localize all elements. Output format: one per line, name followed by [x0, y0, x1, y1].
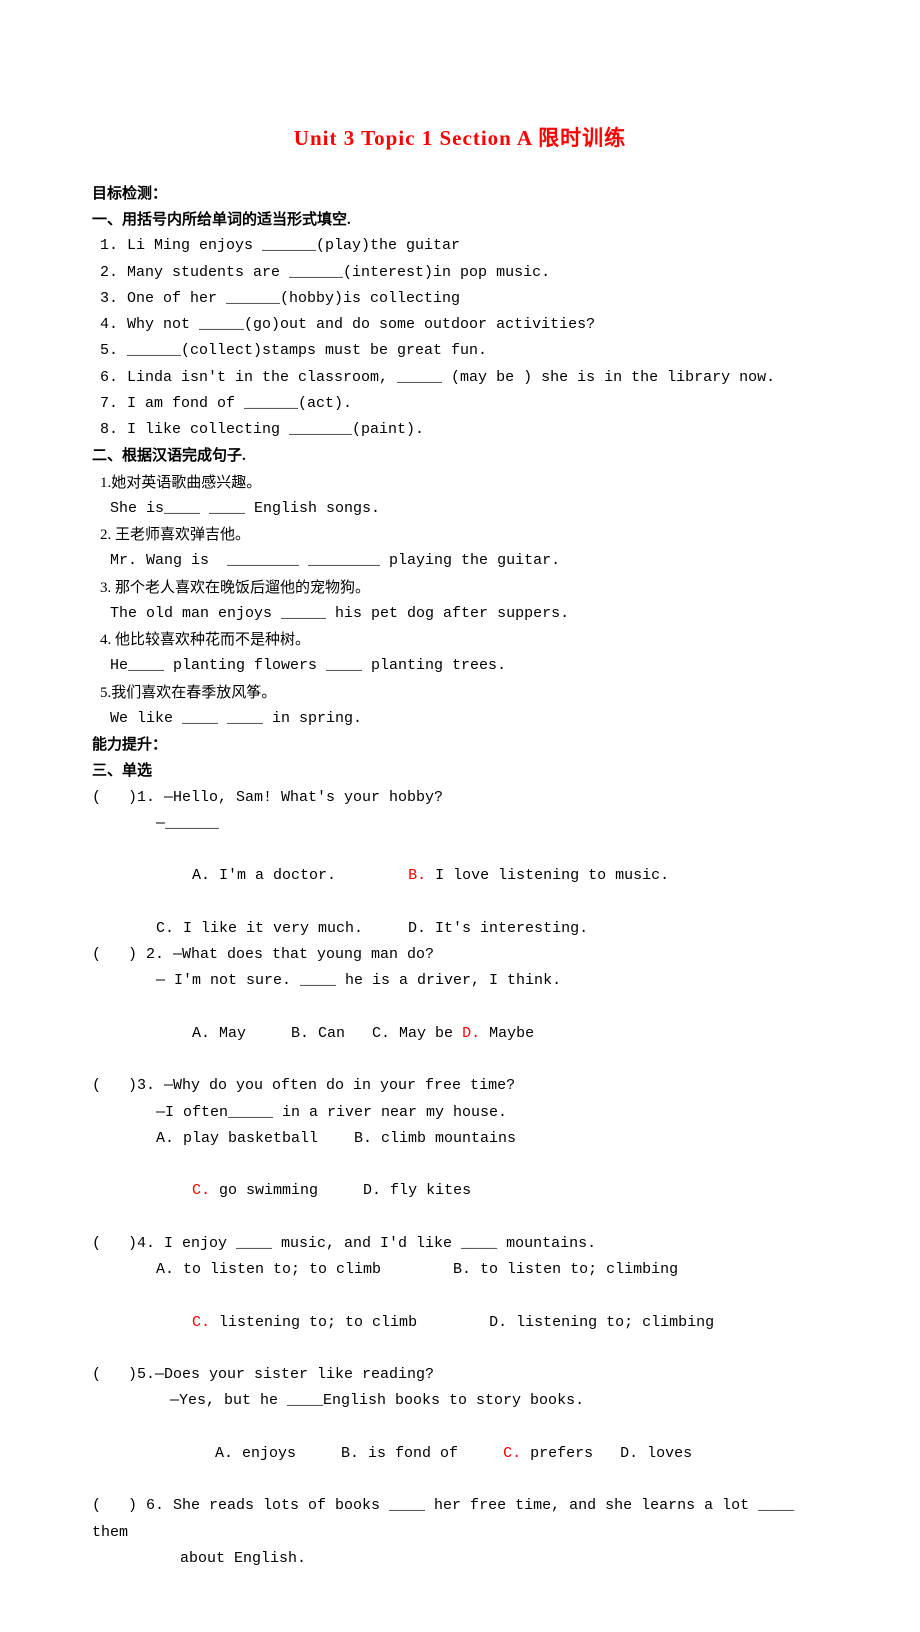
s3-q3-optAB: A. play basketball B. climb mountains	[92, 1126, 828, 1152]
s2-q1-en: She is____ ____ English songs.	[92, 496, 828, 522]
s3-q1-optA: A. I'm a doctor.	[192, 867, 408, 884]
page-title: Unit 3 Topic 1 Section A 限时训练	[92, 120, 828, 157]
s2-q2-zh: 2. 王老师喜欢弹吉他。	[92, 522, 828, 548]
section2-heading: 二、根据汉语完成句子.	[92, 443, 828, 469]
s3-q4-optC-label: C.	[192, 1314, 210, 1331]
s3-q2-optD-text: Maybe	[480, 1025, 534, 1042]
s3-q1-stem2: —______	[92, 811, 828, 837]
s2-q2-en: Mr. Wang is ________ ________ playing th…	[92, 548, 828, 574]
s3-q2-optABC: A. May B. Can C. May be	[192, 1025, 462, 1042]
s3-q2-stem2: — I'm not sure. ____ he is a driver, I t…	[92, 968, 828, 994]
s3-q4-stem: ( )4. I enjoy ____ music, and I'd like _…	[92, 1231, 828, 1257]
ability-heading: 能力提升：	[92, 732, 828, 758]
objective-heading: 目标检测：	[92, 181, 828, 207]
s1-item-8: 8. I like collecting _______(paint).	[92, 417, 828, 443]
s3-q5-stem: ( )5.—Does your sister like reading?	[92, 1362, 828, 1388]
s2-q5-zh: 5.我们喜欢在春季放风筝。	[92, 680, 828, 706]
s2-q4-zh: 4. 他比较喜欢种花而不是种树。	[92, 627, 828, 653]
s1-item-5: 5. ______(collect)stamps must be great f…	[92, 338, 828, 364]
s1-item-6: 6. Linda isn't in the classroom, _____ (…	[92, 365, 828, 391]
s3-q5-optC-label: C.	[503, 1445, 521, 1462]
s3-q4-optAB: A. to listen to; to climb B. to listen t…	[92, 1257, 828, 1283]
s3-q4-optC-text: listening to; to climb D. listening to; …	[210, 1314, 714, 1331]
s1-item-2: 2. Many students are ______(interest)in …	[92, 260, 828, 286]
s3-q2-opts: A. May B. Can C. May be D. Maybe	[92, 995, 828, 1074]
s3-q1-optB-text: I love listening to music.	[426, 867, 669, 884]
s2-q4-en: He____ planting flowers ____ planting tr…	[92, 653, 828, 679]
s3-q3-optC-label: C.	[192, 1182, 210, 1199]
s3-q6-stem2: about English.	[92, 1546, 828, 1572]
s1-item-4: 4. Why not _____(go)out and do some outd…	[92, 312, 828, 338]
s3-q1-optAB: A. I'm a doctor. B. I love listening to …	[92, 837, 828, 916]
s1-item-1: 1. Li Ming enjoys ______(play)the guitar	[92, 233, 828, 259]
s2-q1-zh: 1.她对英语歌曲感兴趣。	[92, 470, 828, 496]
document-page: Unit 3 Topic 1 Section A 限时训练 目标检测： 一、用括…	[0, 0, 920, 1632]
s2-q5-en: We like ____ ____ in spring.	[92, 706, 828, 732]
s3-q3-optC-text: go swimming D. fly kites	[210, 1182, 471, 1199]
s3-q4-optCD: C. listening to; to climb D. listening t…	[92, 1283, 828, 1362]
s1-item-7: 7. I am fond of ______(act).	[92, 391, 828, 417]
s3-q2-stem: ( ) 2. —What does that young man do?	[92, 942, 828, 968]
s3-q5-opts: A. enjoys B. is fond of C. prefers D. lo…	[92, 1415, 828, 1494]
s2-q3-en: The old man enjoys _____ his pet dog aft…	[92, 601, 828, 627]
s2-q3-zh: 3. 那个老人喜欢在晚饭后遛他的宠物狗。	[92, 575, 828, 601]
s3-q3-stem: ( )3. —Why do you often do in your free …	[92, 1073, 828, 1099]
s1-item-3: 3. One of her ______(hobby)is collecting	[92, 286, 828, 312]
section3-heading: 三、单选	[92, 758, 828, 784]
s3-q6-stem: ( ) 6. She reads lots of books ____ her …	[92, 1493, 828, 1546]
s3-q5-optC-text: prefers D. loves	[521, 1445, 692, 1462]
s3-q5-stem2: —Yes, but he ____English books to story …	[92, 1388, 828, 1414]
s3-q1-stem: ( )1. —Hello, Sam! What's your hobby?	[92, 785, 828, 811]
s3-q1-optCD: C. I like it very much. D. It's interest…	[92, 916, 828, 942]
s3-q3-optCD: C. go swimming D. fly kites	[92, 1152, 828, 1231]
s3-q2-optD-label: D.	[462, 1025, 480, 1042]
s3-q3-stem2: —I often_____ in a river near my house.	[92, 1100, 828, 1126]
section1-heading: 一、用括号内所给单词的适当形式填空.	[92, 207, 828, 233]
s3-q5-optAB: A. enjoys B. is fond of	[206, 1445, 503, 1462]
s3-q1-optB-label: B.	[408, 867, 426, 884]
